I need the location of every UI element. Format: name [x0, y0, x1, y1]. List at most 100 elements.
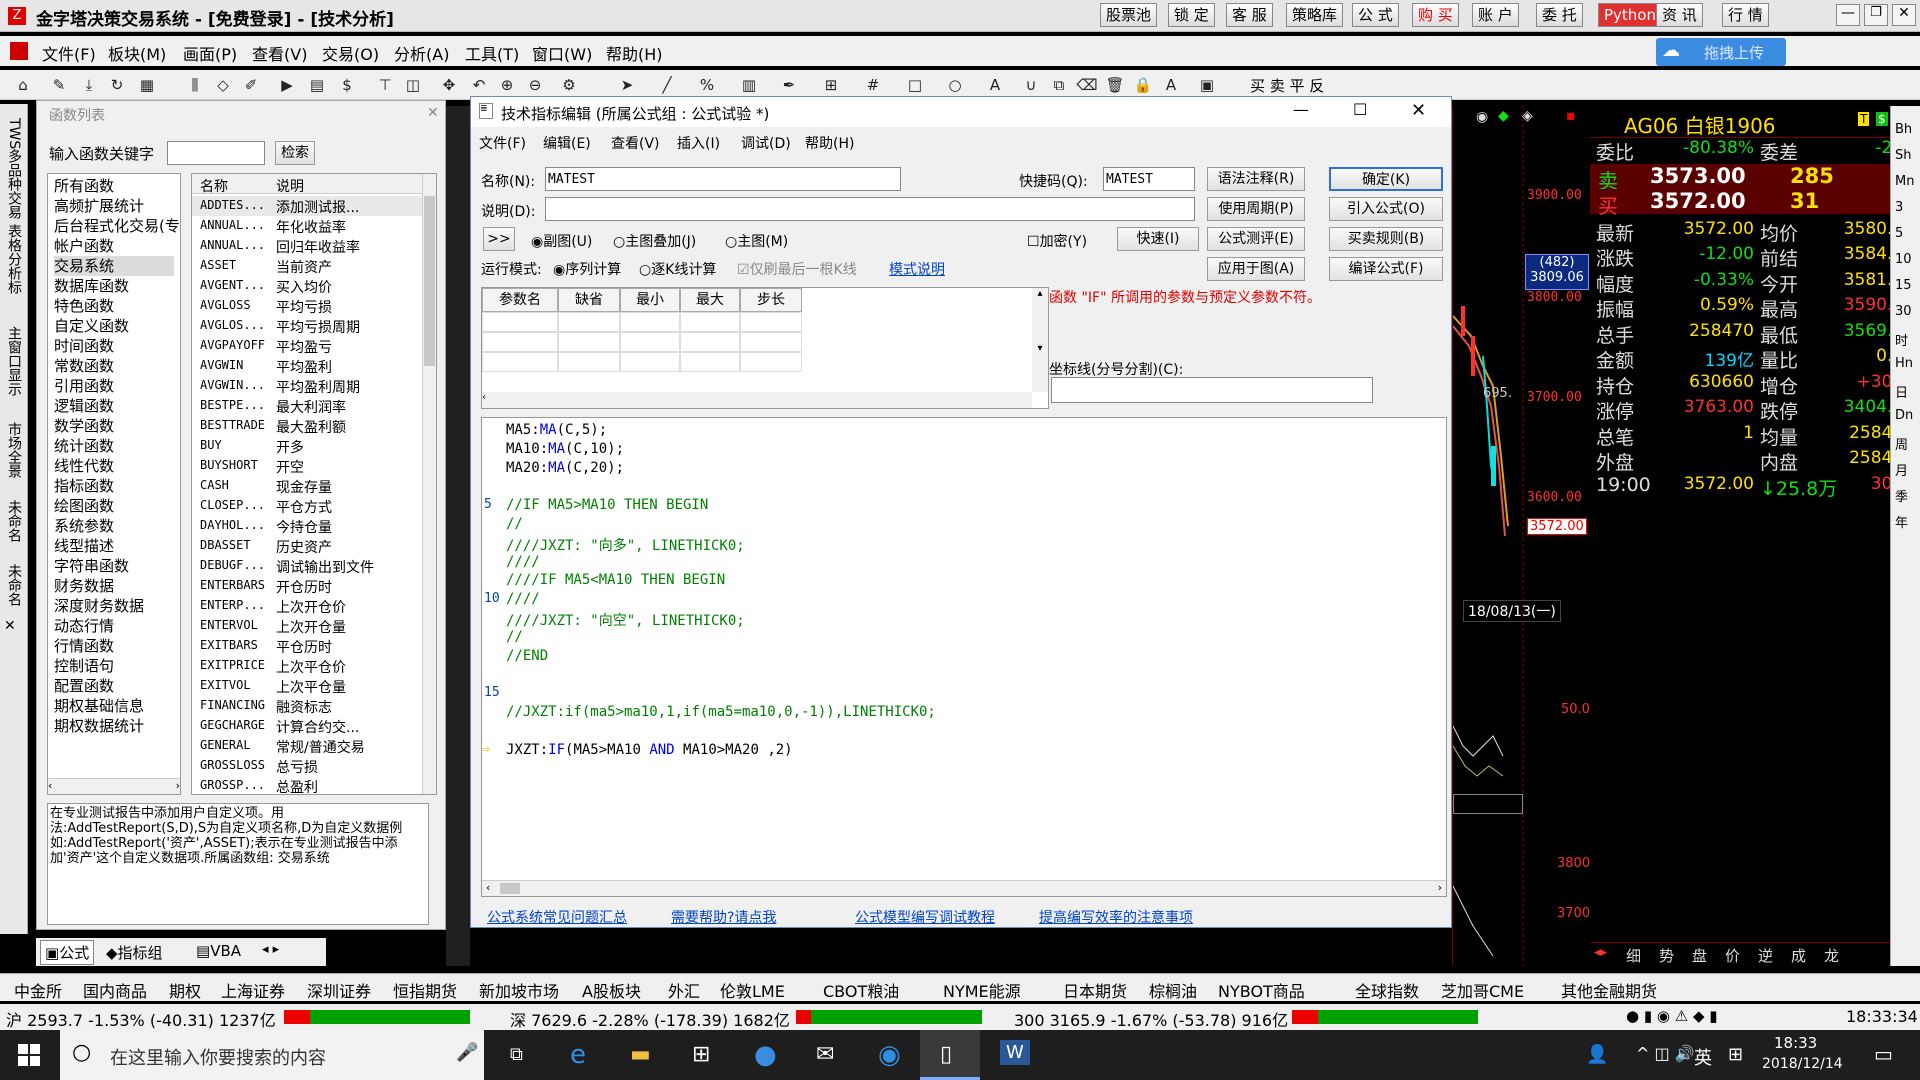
- quote-tab[interactable]: 价: [1725, 945, 1740, 966]
- table-row[interactable]: CASH 现金存量: [192, 476, 422, 496]
- tab-vba[interactable]: ▤VBA: [196, 942, 241, 960]
- taskbar-active-app[interactable]: ▯: [920, 1030, 980, 1080]
- fib-icon[interactable]: ▥: [738, 74, 760, 96]
- category-item[interactable]: 期权基础信息: [54, 696, 174, 716]
- table-row[interactable]: ANNUAL... 回归年收益率: [192, 236, 422, 256]
- trade-rules-button[interactable]: 买卖规则(B): [1329, 227, 1443, 251]
- people-icon[interactable]: 👤: [1586, 1044, 1608, 1065]
- vtab-unnamed-2[interactable]: 未命名: [4, 564, 24, 606]
- top-button[interactable]: Python: [1598, 3, 1662, 27]
- mode-help-link[interactable]: 模式说明: [889, 259, 945, 279]
- lock-icon[interactable]: 🔒: [1132, 74, 1154, 96]
- category-item[interactable]: 数学函数: [54, 416, 174, 436]
- category-item[interactable]: 配置函数: [54, 676, 174, 696]
- category-item[interactable]: 期权数据统计: [54, 716, 174, 736]
- vtab-main[interactable]: 主窗口显示: [4, 326, 24, 396]
- quote-tab[interactable]: 逆: [1758, 945, 1773, 966]
- table-row[interactable]: AVGPAYOFF 平均盈亏: [192, 336, 422, 356]
- table-row[interactable]: GEGCHARGE 计算合约交...: [192, 716, 422, 736]
- table-row[interactable]: AVGENT... 买入均价: [192, 276, 422, 296]
- pen-icon[interactable]: ✒: [778, 74, 800, 96]
- market-tab[interactable]: 全球指数: [1355, 978, 1419, 1002]
- diamond-icon[interactable]: ◇: [212, 74, 234, 96]
- menu-view[interactable]: 查看(V): [252, 41, 307, 65]
- table-row[interactable]: BUYSHORT 开空: [192, 456, 422, 476]
- mic-icon[interactable]: 🎤: [456, 1042, 478, 1063]
- code-line[interactable]: 10 ////: [482, 591, 1422, 610]
- settings-small-icon[interactable]: ◈: [1522, 108, 1533, 124]
- dialog-minimize-icon[interactable]: —: [1293, 100, 1309, 119]
- top-button[interactable]: 策略库: [1286, 3, 1344, 27]
- category-item[interactable]: 帐户函数: [54, 236, 174, 256]
- param-cell[interactable]: [482, 312, 558, 332]
- compile-button[interactable]: 编译公式(F): [1329, 257, 1443, 281]
- col-name-header[interactable]: 名称: [200, 176, 228, 196]
- quote-tab[interactable]: 势: [1659, 945, 1674, 966]
- shortcut-input[interactable]: [1103, 167, 1195, 191]
- table-row[interactable]: BESTTRADE 最大盈利额: [192, 416, 422, 436]
- param-column-header[interactable]: 缺省: [558, 288, 620, 312]
- axis-input[interactable]: [1051, 377, 1373, 403]
- market-tab[interactable]: NYME能源: [943, 978, 1021, 1002]
- expand-button[interactable]: >>: [483, 227, 515, 251]
- syntax-button[interactable]: 语法注释(R): [1207, 167, 1305, 191]
- category-item[interactable]: 所有函数: [54, 176, 174, 196]
- period-button[interactable]: 5: [1895, 226, 1903, 241]
- search-button[interactable]: 检索: [275, 141, 315, 165]
- word-icon[interactable]: W: [1000, 1040, 1030, 1065]
- dialog-menu-item[interactable]: 调试(D): [741, 133, 791, 153]
- top-button[interactable]: 锁 定: [1168, 3, 1215, 27]
- explorer-icon[interactable]: ▬: [630, 1042, 651, 1067]
- category-item[interactable]: 系统参数: [54, 516, 174, 536]
- param-hscroll[interactable]: ‹: [482, 392, 1032, 408]
- code-line[interactable]: MA20:MA(C,20);: [482, 460, 1422, 479]
- dialog-close-icon[interactable]: ✕: [1411, 100, 1426, 121]
- candle-icon[interactable]: ⫼: [184, 74, 206, 96]
- period-button[interactable]: 日: [1895, 382, 1908, 401]
- category-item[interactable]: 控制语句: [54, 656, 174, 676]
- code-line[interactable]: [482, 478, 1422, 497]
- param-cell[interactable]: [558, 312, 620, 332]
- menu-sector[interactable]: 板块(M): [108, 41, 166, 65]
- dialog-menu-item[interactable]: 查看(V): [611, 133, 660, 153]
- upload-button[interactable]: ☁ 拖拽上传: [1656, 38, 1786, 66]
- market-tab[interactable]: NYBOT商品: [1218, 978, 1305, 1002]
- table-row[interactable]: GROSSLOSS 总亏损: [192, 756, 422, 776]
- radio-sequence[interactable]: ◉序列计算: [553, 259, 621, 279]
- radio-sub-chart[interactable]: ◉副图(U): [531, 231, 592, 251]
- app-icon-blue[interactable]: ◉: [878, 1040, 901, 1070]
- category-item[interactable]: 交易系统: [54, 256, 174, 276]
- restore-icon[interactable]: ❐: [1864, 4, 1888, 26]
- quote-tab[interactable]: 细: [1626, 945, 1641, 966]
- alarm-icon[interactable]: ◉: [1476, 109, 1488, 125]
- green-diamond-icon[interactable]: ◆: [1498, 108, 1509, 124]
- mail-icon[interactable]: ✉: [816, 1042, 834, 1067]
- param-cell[interactable]: [482, 352, 558, 372]
- param-cell[interactable]: [620, 352, 680, 372]
- period-button[interactable]: Bh: [1895, 122, 1912, 137]
- table-row[interactable]: ENTERVOL 上次开仓量: [192, 616, 422, 636]
- code-line[interactable]: //: [482, 629, 1422, 648]
- top-button[interactable]: 委 托: [1536, 3, 1583, 27]
- quote-prev-icon[interactable]: ◂▸: [1594, 945, 1607, 960]
- category-item[interactable]: 行情函数: [54, 636, 174, 656]
- market-tab[interactable]: 深圳证券: [307, 978, 371, 1002]
- dialog-maximize-icon[interactable]: ☐: [1353, 100, 1367, 119]
- menu-help[interactable]: 帮助(H): [606, 41, 663, 65]
- code-line[interactable]: MA10:MA(C,10);: [482, 441, 1422, 460]
- market-tab[interactable]: 芝加哥CME: [1441, 978, 1524, 1002]
- draw-icon[interactable]: ✎: [48, 74, 70, 96]
- menu-tools[interactable]: 工具(T): [465, 41, 519, 65]
- vtab-table[interactable]: 表格分析标: [4, 224, 24, 294]
- param-vscroll[interactable]: ▴ ▾: [1032, 288, 1048, 392]
- gear-icon[interactable]: ⚙: [558, 74, 580, 96]
- radio-main-overlay[interactable]: ○主图叠加(J): [613, 231, 696, 251]
- table-row[interactable]: CLOSEP... 平仓方式: [192, 496, 422, 516]
- param-cell[interactable]: [558, 352, 620, 372]
- param-cell[interactable]: [740, 352, 802, 372]
- save-icon[interactable]: ▣: [1196, 74, 1218, 96]
- top-button[interactable]: 客 服: [1226, 3, 1273, 27]
- param-cell[interactable]: [620, 332, 680, 352]
- function-search-input[interactable]: [167, 141, 265, 165]
- encrypt-checkbox[interactable]: ☐加密(Y): [1027, 231, 1087, 251]
